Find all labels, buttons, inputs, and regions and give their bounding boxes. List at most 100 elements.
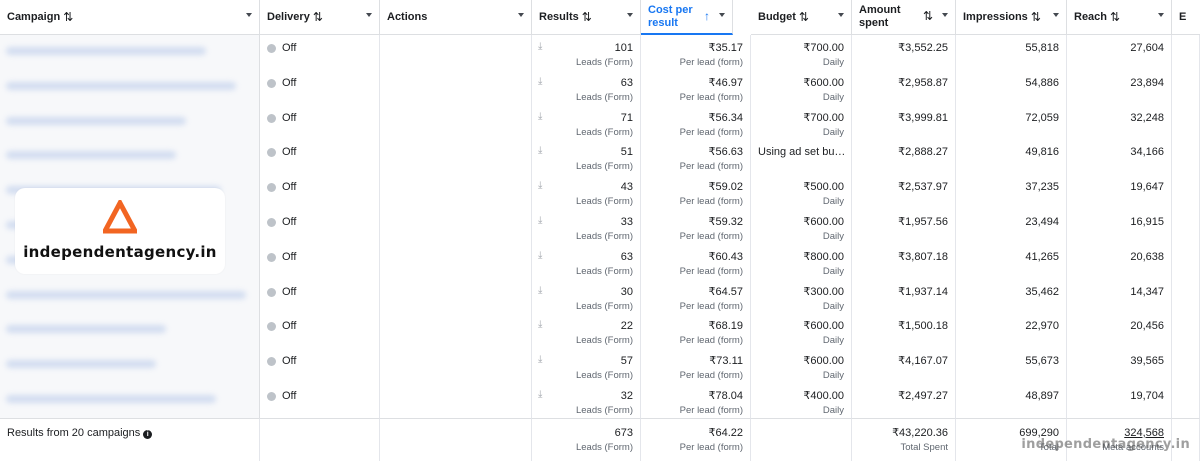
sort-icon[interactable]: ⇅ <box>63 10 73 24</box>
amount-spent-cell: ₹1,500.18 <box>852 313 956 349</box>
impressions-cell: 54,886 <box>956 69 1067 105</box>
budget-cell[interactable]: ₹700.00 Daily <box>751 104 852 140</box>
delivery-cell[interactable]: Off <box>260 382 380 418</box>
download-icon[interactable]: ⤓ <box>538 388 542 402</box>
actions-cell[interactable] <box>380 243 532 279</box>
download-icon[interactable]: ⤓ <box>538 179 542 193</box>
actions-cell[interactable] <box>380 313 532 349</box>
cost-per-result-cell: ₹73.11 Per lead (form) <box>641 348 751 383</box>
delivery-cell[interactable]: Off <box>260 104 380 140</box>
summary-results-type: Leads (Form) <box>575 441 633 453</box>
actions-cell[interactable] <box>380 382 532 418</box>
info-icon[interactable]: i <box>143 429 153 439</box>
delivery-cell[interactable]: Off <box>260 348 380 383</box>
col-header-actions[interactable]: Actions <box>380 0 532 35</box>
budget-cell[interactable]: ₹600.00 Daily <box>751 348 852 383</box>
reach-value: 14,347 <box>1130 285 1164 298</box>
reach-cell: 20,456 <box>1067 313 1172 349</box>
download-icon[interactable]: ⤓ <box>538 144 542 158</box>
impressions-cell: 72,059 <box>956 104 1067 140</box>
amount-spent-cell: ₹2,958.87 <box>852 69 956 105</box>
delivery-cell[interactable]: Off <box>260 208 380 244</box>
actions-cell[interactable] <box>380 139 532 175</box>
reach-cell: 20,638 <box>1067 243 1172 279</box>
col-header-reach[interactable]: Reach ⇅ <box>1067 0 1172 35</box>
actions-cell[interactable] <box>380 278 532 314</box>
download-icon[interactable]: ⤓ <box>538 110 542 124</box>
col-header-impressions-label: Impressions <box>963 11 1028 23</box>
actions-cell[interactable] <box>380 348 532 383</box>
sort-icon[interactable]: ⇅ <box>313 10 323 24</box>
budget-cell[interactable]: ₹700.00 Daily <box>751 35 852 70</box>
chevron-down-icon[interactable] <box>1053 13 1059 17</box>
budget-cell[interactable]: ₹600.00 Daily <box>751 69 852 105</box>
download-icon[interactable]: ⤓ <box>538 318 542 332</box>
download-icon[interactable]: ⤓ <box>538 353 542 367</box>
budget-cell[interactable]: ₹300.00 Daily <box>751 278 852 314</box>
actions-cell[interactable] <box>380 208 532 244</box>
redacted-campaign-name <box>6 325 166 334</box>
actions-cell[interactable] <box>380 35 532 70</box>
summary-amount-spent-cell: ₹43,220.36 Total Spent <box>852 417 956 461</box>
chevron-down-icon[interactable] <box>518 13 524 17</box>
delivery-cell[interactable]: Off <box>260 174 380 209</box>
amount-spent-value: ₹2,537.97 <box>898 181 948 194</box>
actions-cell[interactable] <box>380 69 532 105</box>
delivery-cell[interactable]: Off <box>260 313 380 349</box>
delivery-cell[interactable]: Off <box>260 243 380 279</box>
chevron-down-icon[interactable] <box>838 13 844 17</box>
budget-cell[interactable]: ₹600.00 Daily <box>751 313 852 349</box>
actions-cell[interactable] <box>380 104 532 140</box>
reach-value: 16,915 <box>1130 215 1164 228</box>
col-header-budget[interactable]: Budget ⇅ <box>751 0 852 35</box>
cost-per-result-cell: ₹68.19 Per lead (form) <box>641 313 751 349</box>
sort-icon[interactable]: ⇅ <box>1031 10 1041 24</box>
chevron-down-icon[interactable] <box>719 13 725 17</box>
download-icon[interactable]: ⤓ <box>538 75 542 89</box>
results-type: Leads (Form) <box>575 404 633 416</box>
sort-icon[interactable]: ⇅ <box>582 10 592 24</box>
summary-label-cell: Results from 20 campaigns i <box>0 417 260 461</box>
results-type: Leads (Form) <box>575 161 633 173</box>
sort-icon[interactable]: ⇅ <box>923 10 933 23</box>
download-icon[interactable]: ⤓ <box>538 249 542 263</box>
delivery-cell[interactable]: Off <box>260 278 380 314</box>
budget-cell[interactable]: Using ad set bu… <box>751 139 852 175</box>
chevron-down-icon[interactable] <box>1158 13 1164 17</box>
chevron-down-icon[interactable] <box>942 13 948 17</box>
download-icon[interactable]: ⤓ <box>538 40 542 54</box>
col-header-campaign[interactable]: Campaign ⇅ <box>0 0 260 35</box>
budget-period: Daily <box>822 196 844 208</box>
cost-per-result-cell: ₹46.97 Per lead (form) <box>641 69 751 105</box>
summary-budget-cell <box>751 417 852 461</box>
budget-cell[interactable]: ₹500.00 Daily <box>751 174 852 209</box>
budget-value: Using ad set bu… <box>758 146 846 159</box>
amount-spent-cell: ₹3,552.25 <box>852 35 956 70</box>
delivery-status: Off <box>267 354 372 368</box>
sort-icon[interactable]: ⇅ <box>799 10 809 24</box>
budget-period: Daily <box>822 404 844 416</box>
col-header-amount-spent[interactable]: Amount spent ⇅ <box>852 0 956 35</box>
sort-icon[interactable]: ⇅ <box>1110 10 1120 24</box>
delivery-cell[interactable]: Off <box>260 139 380 175</box>
col-header-extra[interactable]: E <box>1172 0 1200 35</box>
chevron-down-icon[interactable] <box>627 13 633 17</box>
budget-cell[interactable]: ₹400.00 Daily <box>751 382 852 418</box>
actions-cell[interactable] <box>380 174 532 209</box>
download-icon[interactable]: ⤓ <box>538 214 542 228</box>
col-header-impressions[interactable]: Impressions ⇅ <box>956 0 1067 35</box>
chevron-down-icon[interactable] <box>246 13 252 17</box>
download-icon[interactable]: ⤓ <box>538 284 542 298</box>
cost-per-result-type: Per lead (form) <box>679 126 743 138</box>
delivery-cell[interactable]: Off <box>260 35 380 70</box>
delivery-cell[interactable]: Off <box>260 69 380 105</box>
col-header-delivery[interactable]: Delivery ⇅ <box>260 0 380 35</box>
col-header-results[interactable]: Results ⇅ <box>532 0 641 35</box>
col-header-cost-per-result[interactable]: Cost per result ↑ <box>641 0 733 35</box>
redacted-campaign-name <box>6 151 176 160</box>
sort-ascending-icon[interactable]: ↑ <box>704 10 710 23</box>
chevron-down-icon[interactable] <box>366 13 372 17</box>
redacted-campaign-name <box>6 116 186 125</box>
budget-cell[interactable]: ₹800.00 Daily <box>751 243 852 279</box>
budget-cell[interactable]: ₹600.00 Daily <box>751 208 852 244</box>
